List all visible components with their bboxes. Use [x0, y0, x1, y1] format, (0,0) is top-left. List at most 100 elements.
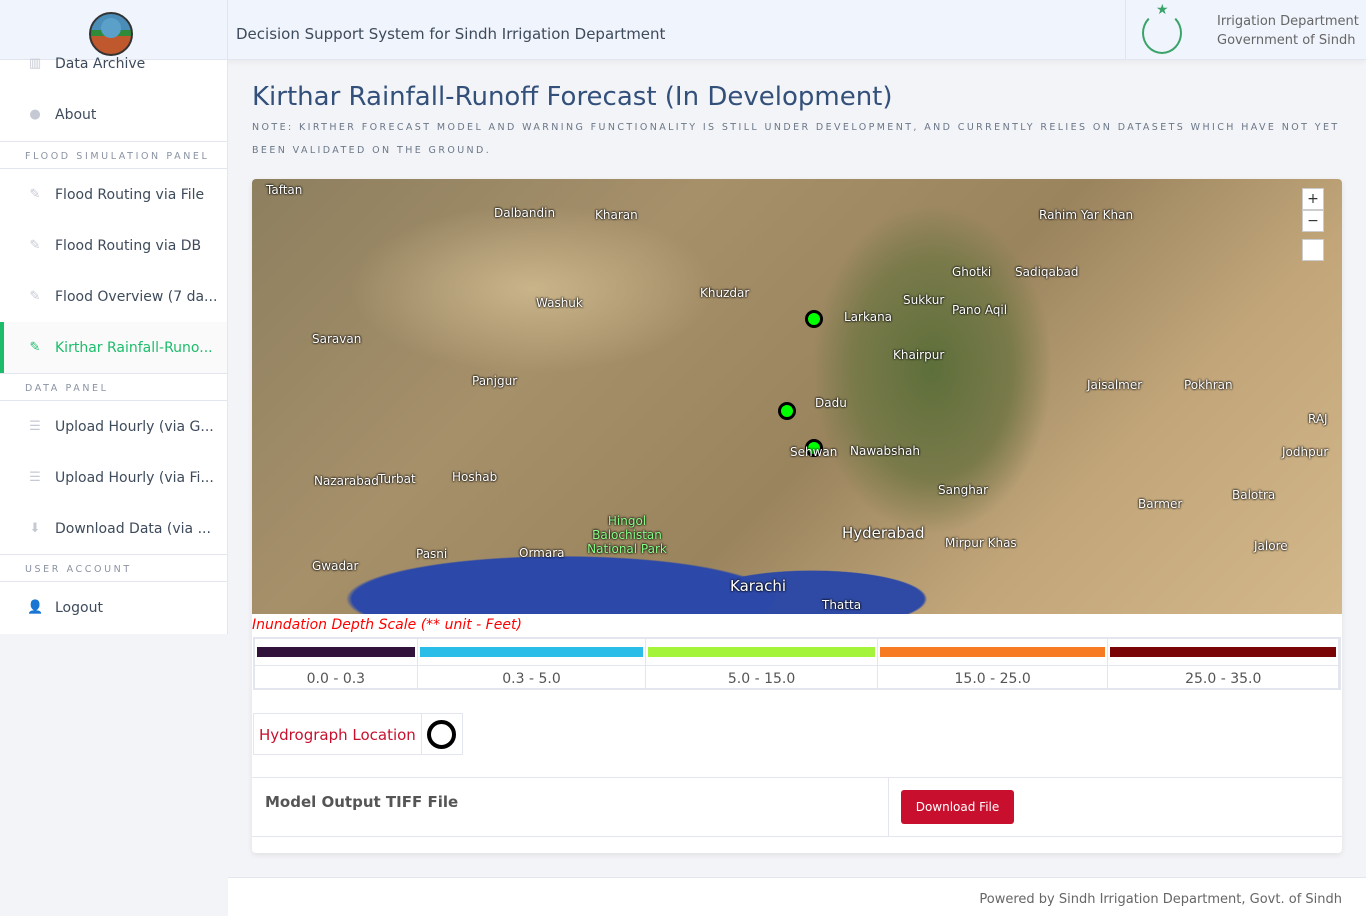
sidebar: ▥ Data Archive ● About FLOOD SIMULATION PA…	[0, 56, 228, 634]
map-place-label: Sehwan	[790, 445, 838, 459]
footer: Powered by Sindh Irrigation Department, …	[228, 877, 1366, 916]
sindh-emblem-logo	[1142, 2, 1182, 54]
map-place-label: Washuk	[536, 296, 583, 310]
map-place-label: Turbat	[378, 472, 416, 486]
scale-title: Inundation Depth Scale (** unit - Feet)	[252, 617, 522, 633]
map-place-label: Sadiqabad	[1015, 265, 1079, 279]
footer-text: Powered by Sindh Irrigation Department, …	[979, 892, 1342, 907]
sidebar-item-label: Flood Overview (7 da...	[55, 288, 218, 305]
sidebar-item-label: Flood Routing via File	[55, 186, 205, 203]
tiff-download-row: Model Output TIFF File Download File	[252, 777, 1342, 837]
list-icon: ☰	[29, 470, 41, 485]
tiff-label: Model Output TIFF File	[265, 793, 459, 811]
map-place-label: Hingol Balochistan National Park	[587, 514, 667, 556]
download-file-button[interactable]: Download File	[901, 790, 1014, 824]
pencil-icon: ✎	[29, 238, 41, 253]
section-data-panel: DATA PANEL	[0, 373, 227, 401]
scale-bin: 25.0 - 35.0	[1108, 639, 1340, 688]
map-place-label: Dadu	[815, 396, 847, 410]
map-place-label: Ormara	[519, 546, 565, 560]
scale-range-label: 5.0 - 15.0	[646, 665, 877, 688]
map-place-label: Nawabshah	[850, 444, 920, 458]
sidebar-item-about[interactable]: ● About	[0, 89, 227, 140]
map-place-label: Nazarabad	[314, 474, 379, 488]
development-note: NOTE: KIRTHER FORECAST MODEL AND WARNING…	[252, 122, 1340, 156]
zoom-out-button[interactable]: −	[1302, 210, 1324, 232]
map-place-label: Sukkur	[903, 293, 945, 307]
map-place-label: Dalbandin	[494, 206, 556, 220]
sidebar-item-flood-overview[interactable]: ✎ Flood Overview (7 da...	[0, 271, 227, 322]
map-place-label: Khairpur	[893, 348, 945, 362]
map-place-label: Saravan	[312, 332, 362, 346]
map-place-label: Barmer	[1138, 497, 1183, 511]
sidebar-item-logout[interactable]: 👤 Logout	[0, 582, 227, 633]
hydrograph-label: Hydrograph Location	[254, 714, 422, 754]
hydrograph-marker[interactable]	[778, 402, 796, 420]
hydrograph-marker[interactable]	[805, 310, 823, 328]
sidebar-item-flood-routing-db[interactable]: ✎ Flood Routing via DB	[0, 220, 227, 271]
sidebar-item-label: Download Data (via ...	[55, 520, 211, 537]
sidebar-item-flood-routing-file[interactable]: ✎ Flood Routing via File	[0, 169, 227, 220]
sidebar-item-label: Flood Routing via DB	[55, 237, 202, 254]
user-icon: 👤	[27, 600, 44, 615]
map-place-label: Hoshab	[452, 470, 498, 484]
pencil-icon: ✎	[29, 340, 41, 355]
scale-range-label: 15.0 - 25.0	[877, 665, 1108, 688]
map-place-label: Balotra	[1232, 488, 1276, 502]
sidebar-item-label: Upload Hourly (via Fi...	[55, 469, 214, 486]
sidebar-item-download-data[interactable]: ⬇ Download Data (via ...	[0, 503, 227, 554]
map-place-label: Kharan	[595, 208, 638, 222]
map-place-label: Rahim Yar Khan	[1039, 208, 1134, 222]
map-place-label: Mirpur Khas	[945, 536, 1017, 550]
map-place-label: Pano Aqil	[952, 303, 1008, 317]
scale-range-label: 0.0 - 0.3	[255, 665, 417, 688]
scale-range-label: 0.3 - 5.0	[417, 665, 646, 688]
sidebar-item-upload-hourly-file[interactable]: ☰ Upload Hourly (via Fi...	[0, 452, 227, 503]
sidebar-item-label: About	[55, 106, 97, 123]
dept-line1: Irrigation Department	[1217, 14, 1359, 29]
map-place-label: Pokhran	[1184, 378, 1233, 392]
sidebar-item-label: Logout	[55, 599, 103, 616]
sidebar-item-data-archive[interactable]: ▥ Data Archive	[0, 38, 227, 89]
map-place-label: Sanghar	[938, 483, 989, 497]
scale-bin: 5.0 - 15.0	[646, 639, 878, 688]
section-flood-simulation: FLOOD SIMULATION PANEL	[0, 141, 227, 169]
sidebar-item-label: Upload Hourly (via G...	[55, 418, 214, 435]
scale-bin: 15.0 - 25.0	[877, 639, 1109, 688]
satellite-map[interactable]: + − Taftan Dalbandin Kharan Washuk Khuzdar La…	[252, 179, 1342, 614]
scale-color-swatch	[648, 647, 875, 657]
map-place-label: Larkana	[844, 310, 893, 324]
pencil-icon: ✎	[29, 289, 41, 304]
map-place-label: RAJ	[1308, 412, 1328, 426]
hydrograph-ring-icon	[422, 714, 462, 754]
map-place-label: Ghotki	[952, 265, 992, 279]
map-place-label: Karachi	[730, 577, 787, 595]
scale-color-swatch	[419, 647, 644, 657]
hydrograph-legend: Hydrograph Location	[253, 713, 463, 755]
pencil-icon: ✎	[29, 187, 41, 202]
layer-toggle-button[interactable]	[1302, 239, 1324, 261]
map-place-label: Thatta	[822, 598, 862, 612]
map-place-label: Jodhpur	[1282, 445, 1329, 459]
sidebar-item-kirthar[interactable]: ✎ Kirthar Rainfall-Runo...	[0, 322, 227, 373]
sidebar-item-upload-hourly-g[interactable]: ☰ Upload Hourly (via G...	[0, 401, 227, 452]
list-icon: ☰	[29, 419, 41, 434]
columns-icon: ▥	[28, 56, 42, 71]
map-place-label: Jalore	[1254, 539, 1288, 553]
map-place-label: Taftan	[266, 183, 303, 197]
section-user-account: USER ACCOUNT	[0, 554, 227, 582]
scale-color-swatch	[879, 647, 1106, 657]
inundation-depth-scale: 0.0 - 0.3 0.3 - 5.0 5.0 - 15.0 15.0 - 25.0 2…	[253, 637, 1341, 690]
dept-line2: Government of Sindh	[1217, 33, 1356, 48]
sidebar-item-label: Kirthar Rainfall-Runo...	[55, 339, 213, 356]
scale-bin: 0.3 - 5.0	[417, 639, 647, 688]
map-place-label: Pasni	[416, 547, 448, 561]
info-icon: ●	[29, 107, 41, 122]
scale-color-swatch	[257, 647, 415, 657]
forecast-card: + − Taftan Dalbandin Kharan Washuk Khuzdar La…	[252, 179, 1342, 853]
zoom-in-button[interactable]: +	[1302, 188, 1324, 210]
map-place-label: Gwadar	[312, 559, 359, 573]
page-title: Kirthar Rainfall-Runoff Forecast (In Dev…	[252, 82, 893, 112]
scale-bin: 0.0 - 0.3	[255, 639, 418, 688]
map-place-label: Khuzdar	[700, 286, 750, 300]
